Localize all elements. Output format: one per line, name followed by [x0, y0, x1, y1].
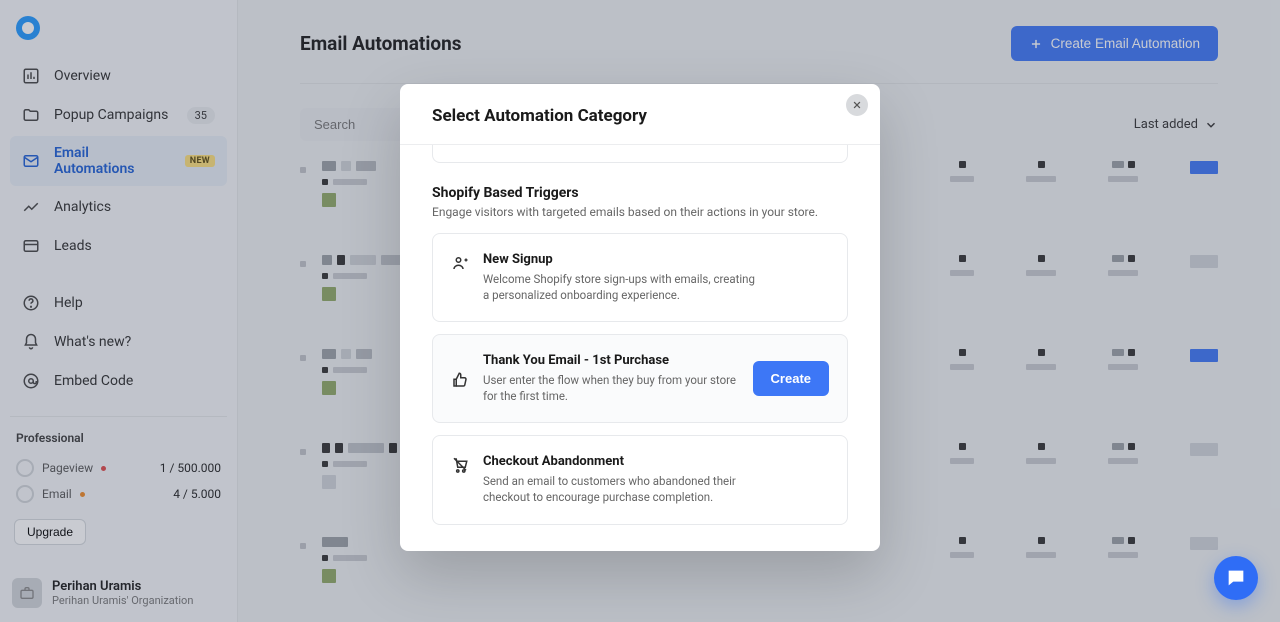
option-thank-you-first-purchase[interactable]: Thank You Email - 1st Purchase User ente…: [432, 334, 848, 423]
option-desc: User enter the flow when they buy from y…: [483, 372, 739, 404]
section-desc: Engage visitors with targeted emails bas…: [432, 205, 848, 219]
cart-abandoned-icon: [451, 456, 469, 474]
option-new-signup[interactable]: New Signup Welcome Shopify store sign-up…: [432, 233, 848, 322]
option-checkout-abandonment[interactable]: Checkout Abandonment Send an email to cu…: [432, 435, 848, 524]
close-icon: [852, 100, 862, 110]
option-desc: Welcome Shopify store sign-ups with emai…: [483, 271, 763, 303]
thumbs-up-icon: [451, 371, 469, 389]
person-add-icon: [451, 254, 469, 272]
section-title: Shopify Based Triggers: [432, 185, 848, 201]
close-button[interactable]: [846, 94, 868, 116]
chat-icon: [1225, 567, 1247, 589]
select-automation-modal: Select Automation Category Shopify Based…: [400, 84, 880, 551]
create-option-button[interactable]: Create: [753, 361, 829, 396]
option-title: Checkout Abandonment: [483, 454, 829, 469]
modal-overlay[interactable]: Select Automation Category Shopify Based…: [0, 0, 1280, 622]
modal-body: Shopify Based Triggers Engage visitors w…: [400, 145, 880, 525]
chat-launcher[interactable]: [1214, 556, 1258, 600]
option-title: New Signup: [483, 252, 829, 267]
option-title: Thank You Email - 1st Purchase: [483, 353, 739, 368]
section-header: Shopify Based Triggers Engage visitors w…: [432, 185, 848, 219]
modal-title: Select Automation Category: [400, 84, 880, 145]
previous-card-edge: [432, 145, 848, 163]
option-desc: Send an email to customers who abandoned…: [483, 473, 763, 505]
